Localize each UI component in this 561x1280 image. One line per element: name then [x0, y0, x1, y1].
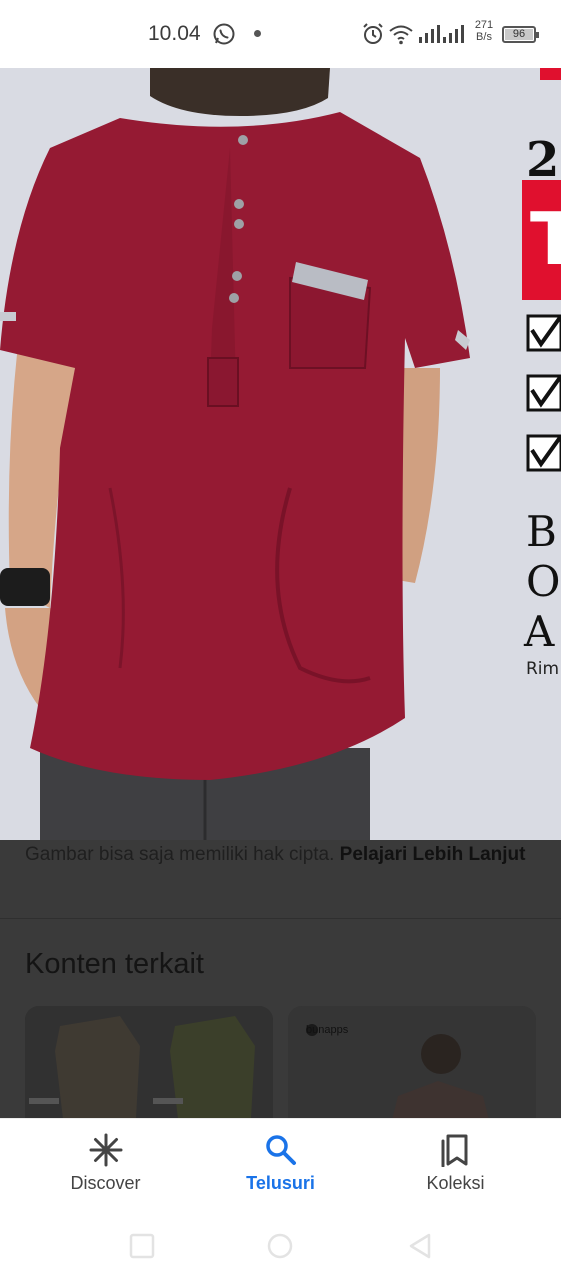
svg-text:O: O [526, 557, 560, 606]
alarm-icon [363, 23, 383, 44]
related-card[interactable]: bunapps [288, 1006, 536, 1118]
nav-telusuri[interactable]: Telusuri [187, 1119, 374, 1215]
recent-apps-button[interactable] [128, 1232, 156, 1260]
signal-icon [443, 25, 464, 43]
system-navigation-bar [0, 1214, 561, 1280]
related-content-heading: Konten terkait [25, 948, 204, 980]
svg-text:B: B [526, 507, 557, 556]
main-image[interactable]: 2 T B O A Rim [0, 68, 561, 840]
svg-text:T: T [530, 197, 561, 281]
svg-text:2: 2 [526, 132, 559, 188]
nav-discover[interactable]: Discover [12, 1119, 199, 1215]
nav-telusuri-label: Telusuri [246, 1173, 315, 1193]
copyright-text: Gambar bisa saja memiliki hak cipta. [25, 844, 335, 865]
content-area: Gambar bisa saja memiliki hak cipta. Pel… [0, 840, 561, 1118]
network-speed-unit: B/s [476, 31, 492, 43]
related-card[interactable] [25, 1006, 273, 1118]
copyright-notice: Gambar bisa saja memiliki hak cipta. Pel… [25, 840, 545, 869]
shirt-photo: 2 T B O A Rim [0, 68, 561, 840]
collections-icon [441, 1134, 468, 1167]
clock: 10.04 [148, 22, 201, 45]
status-bar: 10.04 271 B/s 96 [0, 0, 561, 68]
wifi-icon [389, 25, 413, 45]
card-logo-text: bunapps [306, 1024, 349, 1036]
svg-text:Rim: Rim [526, 659, 559, 679]
dot-icon [254, 30, 261, 37]
search-icon [266, 1135, 296, 1165]
related-card-thumbnail [25, 1006, 273, 1118]
divider [0, 918, 561, 919]
signal-icon [419, 25, 440, 43]
home-button[interactable] [266, 1232, 294, 1260]
whatsapp-icon [213, 23, 235, 45]
asterisk-icon [89, 1133, 123, 1167]
network-speed: 271 B/s [470, 19, 498, 43]
network-speed-value: 271 [474, 19, 494, 31]
nav-discover-label: Discover [70, 1173, 141, 1193]
related-card-thumbnail [288, 1006, 536, 1118]
back-button[interactable] [406, 1232, 434, 1260]
svg-text:A: A [523, 607, 555, 656]
battery-icon: 96 [502, 26, 539, 43]
battery-level: 96 [505, 29, 533, 40]
bottom-navigation: Discover Telusuri Koleksi [0, 1118, 561, 1214]
nav-koleksi[interactable]: Koleksi [362, 1119, 549, 1215]
nav-koleksi-label: Koleksi [426, 1173, 485, 1193]
learn-more-link[interactable]: Pelajari Lebih Lanjut [340, 844, 526, 865]
